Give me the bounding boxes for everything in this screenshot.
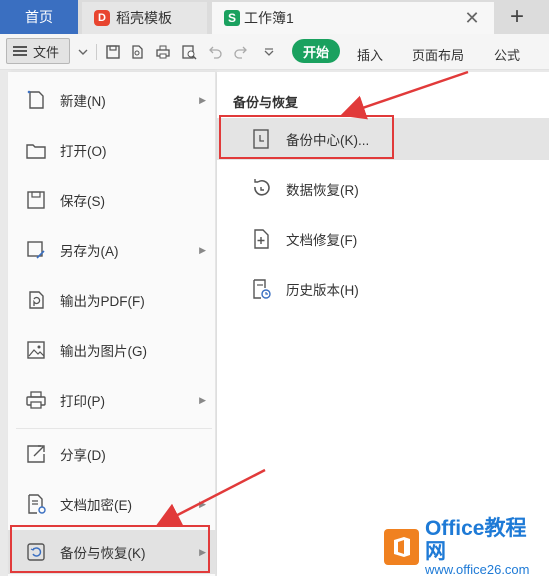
watermark-url: www.office26.com <box>424 561 530 576</box>
watermark-title: Office教程网 <box>424 516 527 563</box>
watermark: Office教程网 www.office26.com <box>384 517 544 576</box>
office-logo-icon <box>384 529 419 565</box>
annotation-arrows <box>155 70 469 527</box>
arrow-to-backup-center <box>340 70 469 120</box>
arrow-to-backup-restore <box>155 468 266 527</box>
